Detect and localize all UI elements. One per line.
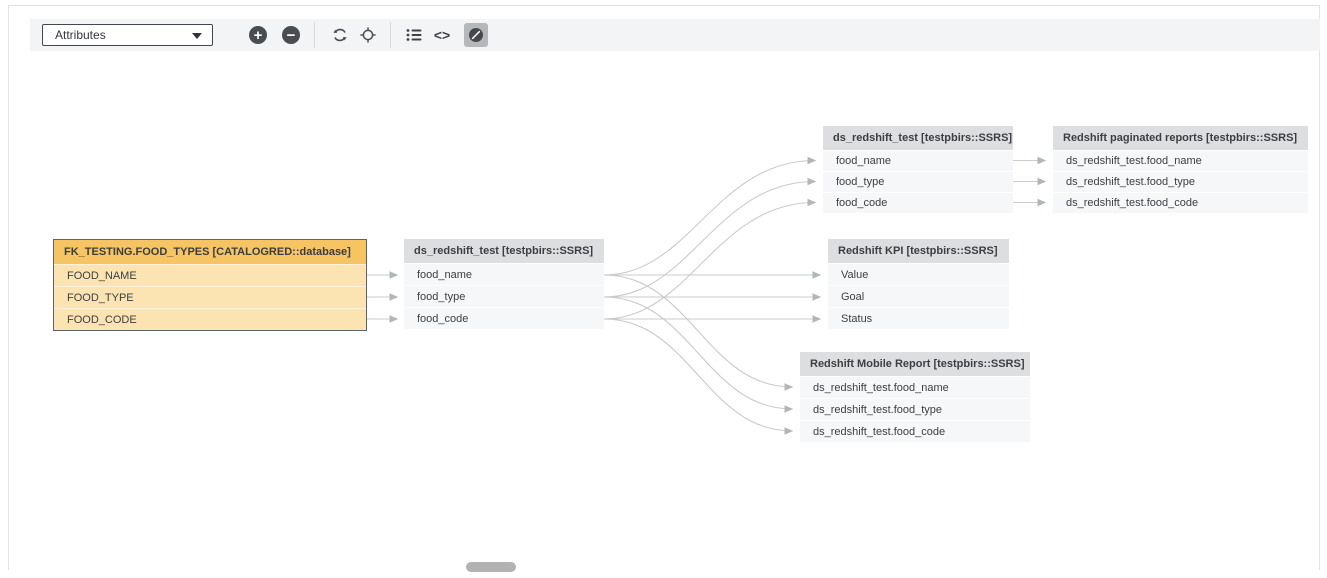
node-field[interactable]: food_type bbox=[404, 285, 604, 307]
node-field[interactable]: ds_redshift_test.food_code bbox=[800, 420, 1030, 442]
list-view-icon bbox=[405, 26, 423, 44]
lineage-node-dataset-center[interactable]: ds_redshift_test [testpbirs::SSRS] food_… bbox=[404, 239, 604, 329]
zoom-in-button[interactable]: + bbox=[249, 26, 267, 44]
refresh-button[interactable] bbox=[330, 19, 350, 51]
node-field[interactable]: FOOD_CODE bbox=[54, 308, 366, 330]
plus-icon: + bbox=[254, 27, 263, 44]
node-title[interactable]: Redshift Mobile Report [testpbirs::SSRS] bbox=[800, 352, 1030, 376]
node-field[interactable]: ds_redshift_test.food_code bbox=[1053, 192, 1308, 213]
node-field[interactable]: ds_redshift_test.food_name bbox=[1053, 150, 1308, 171]
code-view-icon: <> bbox=[434, 27, 450, 43]
node-field[interactable]: ds_redshift_test.food_type bbox=[1053, 171, 1308, 192]
attributes-dropdown-value: Attributes bbox=[55, 28, 106, 42]
node-title[interactable]: Redshift KPI [testpbirs::SSRS] bbox=[828, 239, 1009, 263]
node-field[interactable]: food_code bbox=[404, 307, 604, 329]
lineage-node-dataset-top[interactable]: ds_redshift_test [testpbirs::SSRS] food_… bbox=[823, 126, 1013, 213]
attributes-dropdown[interactable]: Attributes bbox=[42, 24, 213, 46]
lineage-node-paginated-reports[interactable]: Redshift paginated reports [testpbirs::S… bbox=[1053, 126, 1308, 213]
node-field[interactable]: Value bbox=[828, 263, 1009, 285]
node-field[interactable]: food_name bbox=[404, 263, 604, 285]
node-field[interactable]: food_type bbox=[823, 171, 1013, 192]
node-field[interactable]: ds_redshift_test.food_name bbox=[800, 376, 1030, 398]
node-field[interactable]: food_name bbox=[823, 150, 1013, 171]
horizontal-scrollbar-thumb[interactable] bbox=[466, 562, 516, 572]
lineage-toolbar: Attributes + − <> bbox=[30, 19, 1320, 51]
toolbar-separator bbox=[390, 22, 391, 48]
zoom-out-button[interactable]: − bbox=[282, 26, 300, 44]
node-title[interactable]: ds_redshift_test [testpbirs::SSRS] bbox=[404, 239, 604, 263]
code-view-button[interactable]: <> bbox=[430, 19, 454, 51]
node-field[interactable]: FOOD_TYPE bbox=[54, 286, 366, 308]
center-target-icon bbox=[359, 26, 377, 44]
node-field[interactable]: food_code bbox=[823, 192, 1013, 213]
contrast-toggle-icon bbox=[467, 26, 485, 44]
center-view-button[interactable] bbox=[358, 19, 378, 51]
minus-icon: − bbox=[287, 27, 296, 44]
lineage-node-source-table[interactable]: FK_TESTING.FOOD_TYPES [CATALOGRED::datab… bbox=[53, 239, 367, 331]
lineage-node-mobile-report[interactable]: Redshift Mobile Report [testpbirs::SSRS]… bbox=[800, 352, 1030, 442]
node-field[interactable]: ds_redshift_test.food_type bbox=[800, 398, 1030, 420]
list-view-button[interactable] bbox=[404, 19, 424, 51]
node-title[interactable]: FK_TESTING.FOOD_TYPES [CATALOGRED::datab… bbox=[54, 240, 366, 264]
node-title[interactable]: ds_redshift_test [testpbirs::SSRS] bbox=[823, 126, 1013, 150]
lineage-node-kpi[interactable]: Redshift KPI [testpbirs::SSRS] Value Goa… bbox=[828, 239, 1009, 329]
toolbar-separator bbox=[314, 22, 315, 48]
contrast-toggle-button[interactable] bbox=[464, 23, 488, 47]
node-title[interactable]: Redshift paginated reports [testpbirs::S… bbox=[1053, 126, 1308, 150]
refresh-icon bbox=[331, 26, 349, 44]
node-field[interactable]: Goal bbox=[828, 285, 1009, 307]
chevron-down-icon bbox=[192, 33, 202, 39]
node-field[interactable]: Status bbox=[828, 307, 1009, 329]
node-field[interactable]: FOOD_NAME bbox=[54, 264, 366, 286]
